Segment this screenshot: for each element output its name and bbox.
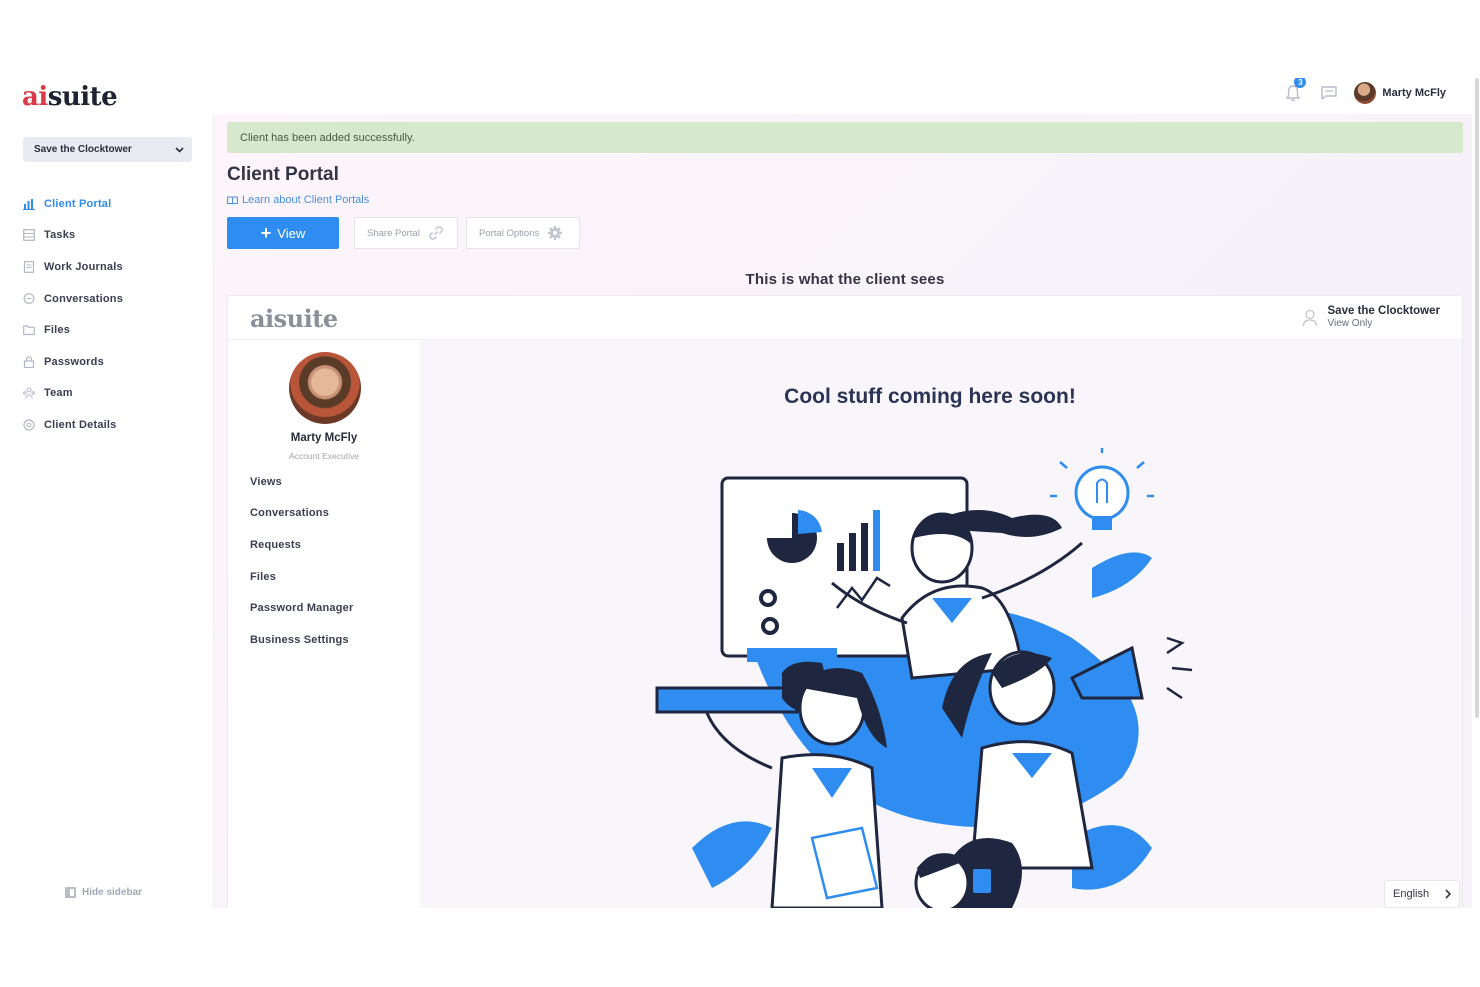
notifications-button[interactable]: 3 — [1282, 78, 1307, 104]
preview-nav: Views Conversations Requests Files Passw… — [250, 466, 353, 656]
contact-avatar — [289, 352, 361, 424]
sidebar-item-team[interactable]: Team — [22, 378, 123, 410]
preview-project-name: Save the Clocktower — [1327, 305, 1440, 317]
avatar — [1354, 82, 1377, 104]
client-portal-preview: aisuite Save the Clocktower View Only Ma… — [227, 295, 1463, 908]
journal-icon — [22, 260, 36, 274]
preview-sidebar: Marty McFly Account Executive Views Conv… — [228, 340, 420, 908]
share-portal-button[interactable]: Share Portal — [354, 217, 458, 249]
tasks-icon — [22, 228, 36, 242]
preview-nav-conversations[interactable]: Conversations — [250, 498, 353, 530]
success-alert: Client has been added successfully. — [227, 122, 1463, 153]
add-view-button[interactable]: + View — [227, 217, 339, 249]
app-logo[interactable]: aisuite — [22, 82, 118, 112]
top-bar: aisuite 3 Marty McFly — [0, 78, 1472, 114]
portal-options-button[interactable]: Portal Options — [466, 217, 580, 249]
sidebar-item-work-journals[interactable]: Work Journals — [22, 251, 123, 283]
chat-bubble-icon — [1321, 86, 1338, 100]
preview-header: aisuite Save the Clocktower View Only — [228, 296, 1462, 340]
portal-options-label: Portal Options — [479, 227, 540, 239]
plus-icon: + — [260, 223, 272, 243]
contact-name: Marty McFly — [290, 432, 358, 444]
preview-nav-business-settings[interactable]: Business Settings — [250, 624, 353, 656]
coming-soon-heading: Cool stuff coming here soon! — [784, 385, 1076, 408]
chevron-down-icon — [175, 146, 184, 153]
main-content: Client has been added successfully. Clie… — [214, 114, 1480, 908]
sidebar-item-label: Passwords — [44, 355, 104, 368]
project-select-value: Save the Clocktower — [34, 144, 132, 155]
share-portal-label: Share Portal — [367, 227, 420, 239]
sidebar-item-label: Team — [44, 387, 73, 400]
page-scrollbar[interactable] — [1472, 78, 1480, 908]
sidebar-item-label: Tasks — [44, 229, 76, 242]
preview-logo: aisuite — [250, 304, 338, 333]
scrollbar-thumb[interactable] — [1475, 78, 1479, 718]
sidebar-item-client-portal[interactable]: Client Portal — [22, 188, 123, 220]
sidebar-item-label: Client Portal — [44, 197, 112, 210]
sidebar-item-label: Client Details — [44, 418, 117, 431]
sidebar-item-conversations[interactable]: Conversations — [22, 283, 123, 315]
book-icon — [227, 196, 238, 204]
team-icon — [22, 386, 36, 400]
messages-button[interactable] — [1318, 82, 1340, 104]
project-select[interactable]: Save the Clocktower — [23, 137, 192, 162]
link-icon — [428, 226, 443, 240]
gear-icon — [548, 226, 563, 240]
top-bar-actions: 3 Marty McFly — [1282, 78, 1446, 104]
notification-badge: 3 — [1294, 78, 1307, 88]
preview-nav-views[interactable]: Views — [250, 466, 353, 498]
sidebar-item-label: Work Journals — [44, 260, 123, 273]
sidebar-toggle-icon — [65, 887, 76, 898]
preview-nav-files[interactable]: Files — [250, 561, 353, 593]
chat-icon — [22, 292, 36, 306]
user-menu[interactable]: Marty McFly — [1354, 82, 1446, 104]
team-illustration — [655, 448, 1193, 908]
folder-icon — [22, 323, 36, 337]
preview-account[interactable]: Save the Clocktower View Only — [1302, 305, 1440, 329]
learn-link[interactable]: Learn about Client Portals — [227, 194, 369, 206]
language-selector[interactable]: English — [1384, 880, 1460, 908]
preview-nav-password-manager[interactable]: Password Manager — [250, 592, 353, 624]
hide-sidebar-button[interactable]: Hide sidebar — [65, 887, 142, 898]
page-title: Client Portal — [227, 164, 339, 185]
details-icon — [22, 418, 36, 432]
preview-caption: This is what the client sees — [745, 271, 945, 288]
sidebar-item-files[interactable]: Files — [22, 314, 123, 346]
app-window: aisuite 3 Marty McFly Save the Clocktowe… — [0, 78, 1480, 908]
user-icon — [1302, 309, 1317, 327]
contact-role: Account Executive — [289, 451, 359, 461]
sidebar-item-client-details[interactable]: Client Details — [22, 409, 123, 441]
user-name: Marty McFly — [1382, 87, 1446, 99]
sidebar-item-label: Conversations — [44, 292, 124, 305]
chevron-right-icon — [1445, 889, 1451, 899]
sidebar-nav: Client Portal Tasks Work Journals Conver… — [22, 188, 123, 441]
learn-link-label: Learn about Client Portals — [242, 194, 370, 206]
chart-icon — [22, 197, 36, 211]
sidebar-item-tasks[interactable]: Tasks — [22, 220, 123, 252]
preview-nav-requests[interactable]: Requests — [250, 529, 353, 561]
preview-content: Cool stuff coming here soon! — [420, 340, 1462, 908]
hide-sidebar-label: Hide sidebar — [82, 887, 143, 898]
add-view-label: View — [277, 225, 306, 241]
language-label: English — [1393, 888, 1430, 900]
preview-access-level: View Only — [1327, 318, 1373, 329]
sidebar-item-passwords[interactable]: Passwords — [22, 346, 123, 378]
sidebar-item-label: Files — [44, 324, 71, 337]
sidebar: Save the Clocktower Client Portal Tasks … — [0, 114, 214, 908]
lock-icon — [22, 355, 36, 369]
